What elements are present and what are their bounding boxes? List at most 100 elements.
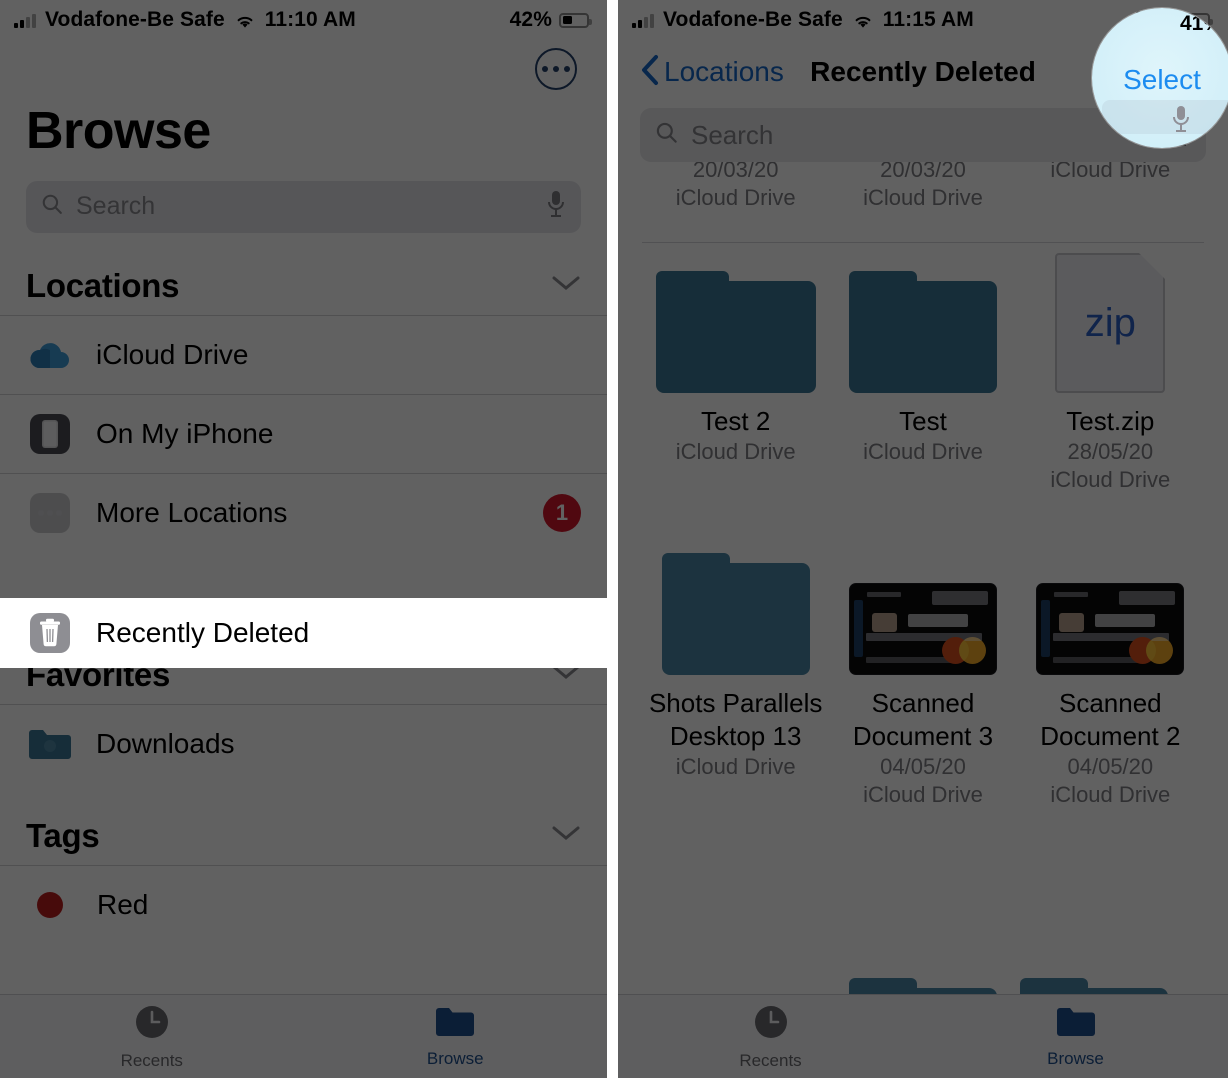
select-button-highlight[interactable]: 41% Select — [1092, 8, 1228, 148]
file-item[interactable]: 20/03/20 iCloud Drive — [642, 162, 829, 212]
file-grid-row-2: Shots Parallels Desktop 13 iCloud Drive … — [618, 539, 1228, 810]
sidebar-item-red-tag[interactable]: Red — [0, 864, 607, 944]
sidebar-item-more-locations[interactable]: More Locations 1 — [0, 472, 607, 552]
clock-icon — [752, 1003, 790, 1046]
ellipsis-icon — [542, 66, 548, 72]
file-date: 20/03/20 — [692, 162, 779, 182]
sidebar-item-icloud-drive[interactable]: iCloud Drive — [0, 314, 607, 394]
search-icon — [654, 120, 680, 151]
file-source: iCloud Drive — [863, 439, 983, 465]
select-button-label[interactable]: Select — [1123, 64, 1201, 96]
file-item-scanned-document-3[interactable]: Scanned Document 3 04/05/20 iCloud Drive — [829, 539, 1016, 810]
file-name: Scanned Document 2 — [1040, 687, 1181, 751]
tab-label: Recents — [120, 1050, 183, 1070]
microphone-icon[interactable] — [1170, 104, 1192, 139]
clock-label: 11:10 AM — [264, 8, 356, 31]
sidebar-item-label: Downloads — [96, 727, 235, 759]
chevron-left-icon — [640, 54, 660, 91]
sidebar-item-downloads[interactable]: Downloads — [0, 703, 607, 783]
file-source: iCloud Drive — [863, 185, 983, 211]
tab-label: Browse — [426, 1048, 484, 1068]
sidebar-item-label: Red — [97, 888, 149, 920]
section-header-tags[interactable]: Tags — [0, 783, 607, 865]
file-date: 04/05/20 — [880, 754, 966, 780]
file-source: iCloud Drive — [1050, 467, 1171, 493]
file-item-test[interactable]: Test iCloud Drive — [829, 253, 1016, 495]
section-title: Locations — [26, 266, 180, 304]
file-source: iCloud Drive — [1050, 162, 1171, 182]
partial-file-row-top: 20/03/20 iCloud Drive 20/03/20 iCloud Dr… — [618, 162, 1228, 242]
file-source: iCloud Drive — [1050, 782, 1171, 808]
page-title: Browse — [26, 102, 211, 160]
search-placeholder: Search — [691, 119, 774, 150]
folder-icon — [661, 539, 810, 675]
trash-icon — [26, 609, 74, 657]
search-icon — [40, 192, 65, 222]
sidebar-item-label: Recently Deleted — [96, 617, 310, 648]
sidebar-item-on-my-iphone[interactable]: On My iPhone — [0, 393, 607, 473]
sidebar-item-label: More Locations — [96, 496, 288, 528]
file-source: iCloud Drive — [675, 439, 796, 465]
back-button-locations[interactable]: Locations — [640, 54, 784, 91]
file-date: 04/05/20 — [1067, 754, 1154, 780]
file-item[interactable]: iCloud Drive — [1017, 162, 1204, 212]
ellipsis-icon — [26, 489, 74, 537]
right-phone-screen: Vodafone-Be Safe 11:15 AM 41% Locations … — [618, 0, 1228, 1078]
file-item[interactable] — [1009, 932, 1180, 994]
browse-toolbar — [0, 40, 607, 102]
cellular-signal-icon — [14, 13, 36, 28]
dual-screenshot: Vodafone-Be Safe 11:10 AM 42% Browse Sea… — [0, 0, 1228, 1078]
cellular-signal-icon — [632, 13, 654, 28]
section-title: Tags — [26, 816, 100, 854]
tab-bar: Recents Browse — [618, 994, 1228, 1078]
left-phone-screen: Vodafone-Be Safe 11:10 AM 42% Browse Sea… — [0, 0, 607, 1078]
battery-percent-label: 41% — [1179, 12, 1222, 35]
microphone-icon[interactable] — [545, 189, 567, 224]
file-item[interactable]: 20/03/20 iCloud Drive — [829, 162, 1016, 212]
carrier-label: Vodafone-Be Safe — [45, 8, 225, 31]
row-divider — [642, 242, 1204, 243]
tab-recents[interactable]: Recents — [618, 995, 923, 1078]
carrier-label: Vodafone-Be Safe — [663, 8, 843, 31]
file-item-test-2[interactable]: Test 2 iCloud Drive — [642, 253, 829, 495]
status-badge: 1 — [543, 493, 581, 532]
tab-browse[interactable]: Browse — [304, 995, 608, 1078]
folder-icon — [1056, 1005, 1096, 1044]
folder-icon — [435, 1005, 475, 1044]
status-bar: Vodafone-Be Safe 11:10 AM 42% — [0, 0, 607, 40]
wifi-icon — [234, 12, 256, 28]
tab-bar: Recents Browse — [0, 994, 607, 1078]
file-name: Test 2 — [700, 406, 771, 436]
file-date: 28/05/20 — [1067, 439, 1154, 465]
folder-icon — [655, 253, 816, 393]
clock-icon — [133, 1003, 171, 1046]
more-options-button[interactable] — [535, 48, 577, 90]
file-date: 20/03/20 — [880, 162, 966, 182]
section-header-locations[interactable]: Locations — [0, 233, 607, 315]
chevron-down-icon[interactable] — [551, 824, 581, 847]
iphone-icon — [26, 410, 74, 458]
file-item-scanned-document-2[interactable]: Scanned Document 2 04/05/20 iCloud Drive — [1017, 539, 1204, 810]
clock-label: 11:15 AM — [882, 8, 974, 31]
file-name: Test.zip — [1066, 406, 1155, 436]
file-item[interactable] — [837, 932, 1008, 994]
zip-document-icon: zip — [1055, 253, 1166, 393]
tab-recents[interactable]: Recents — [0, 995, 304, 1078]
search-bar-fragment — [1102, 100, 1228, 134]
folder-icon — [848, 253, 997, 393]
chevron-down-icon[interactable] — [551, 274, 581, 297]
icloud-icon — [26, 331, 74, 379]
tab-browse[interactable]: Browse — [923, 995, 1228, 1078]
file-item-shots-parallels[interactable]: Shots Parallels Desktop 13 iCloud Drive — [642, 539, 829, 810]
file-item-test-zip[interactable]: zip Test.zip 28/05/20 iCloud Drive — [1017, 253, 1204, 495]
sidebar-item-recently-deleted[interactable]: Recently Deleted — [0, 598, 607, 668]
file-name: Test — [899, 406, 947, 436]
search-placeholder: Search — [76, 192, 156, 221]
wifi-icon — [852, 12, 874, 28]
file-name: Shots Parallels Desktop 13 — [648, 687, 823, 751]
search-bar[interactable]: Search — [26, 180, 581, 233]
file-name: Scanned Document 3 — [852, 687, 994, 751]
battery-percent-label: 42% — [509, 8, 552, 31]
partial-file-row-bottom — [618, 932, 1228, 994]
tab-label: Browse — [1047, 1048, 1104, 1068]
